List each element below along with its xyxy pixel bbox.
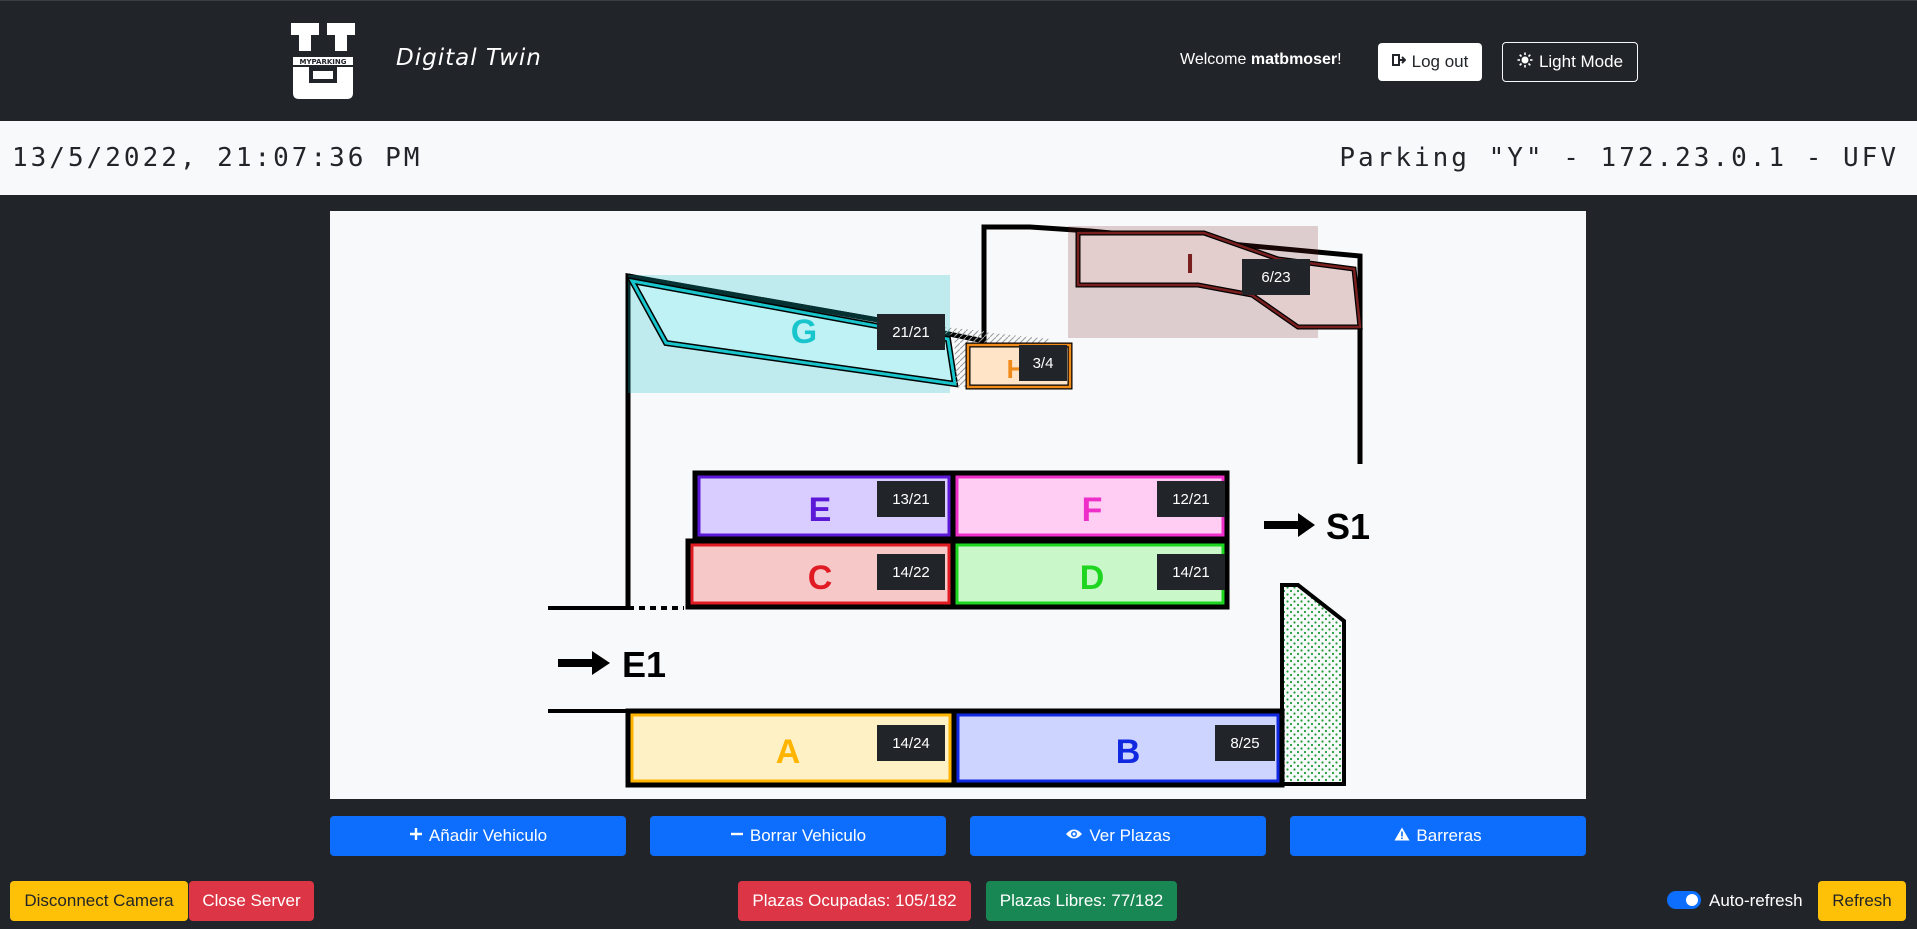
parking-map-svg: G H I E F C D S1 E1 A B (548, 224, 1370, 788)
logout-button[interactable]: Log out (1378, 43, 1482, 81)
exit-label: S1 (1326, 506, 1370, 547)
add-vehicle-button[interactable]: Añadir Vehiculo (330, 816, 626, 856)
zone-b-count-badge: 8/25 (1215, 725, 1275, 761)
view-spaces-label: Ver Plazas (1089, 826, 1171, 845)
zone-f-count-badge: 12/21 (1157, 481, 1225, 517)
zone-e-label: E (809, 491, 832, 529)
delete-vehicle-label: Borrar Vehiculo (749, 826, 867, 845)
light-mode-label: Light Mode (1538, 52, 1624, 71)
zone-i-label: I (1186, 248, 1194, 279)
delete-vehicle-button[interactable]: Borrar Vehiculo (650, 816, 946, 856)
zone-d-label: D (1080, 559, 1105, 597)
parking-map: G H I E F C D S1 E1 A B 21/21 3/4 6/23 1… (330, 211, 1586, 799)
zone-h-count-badge: 3/4 (1019, 345, 1067, 381)
welcome-message: Welcome matbmoser! (1180, 51, 1342, 69)
logout-label: Log out (1411, 52, 1469, 71)
occupied-spaces-badge: Plazas Ocupadas: 105/182 (738, 881, 971, 921)
zone-d-count-badge: 14/21 (1157, 554, 1225, 590)
zone-e-count-badge: 13/21 (877, 481, 945, 517)
welcome-prefix: Welcome (1180, 51, 1251, 68)
close-server-button[interactable]: Close Server (189, 881, 314, 921)
myparking-logo[interactable]: MYPARKING (289, 21, 357, 101)
sun-icon (1517, 52, 1533, 73)
zone-i[interactable]: I (1068, 226, 1363, 338)
username: matbmoser (1250, 51, 1338, 68)
zone-i-count-badge: 6/23 (1242, 259, 1310, 295)
logo-text: MYPARKING (300, 58, 347, 66)
zone-g-label: G (791, 313, 817, 351)
refresh-button[interactable]: Refresh (1818, 881, 1906, 921)
welcome-suffix: ! (1337, 51, 1342, 68)
navbar: MYPARKING Digital Twin Welcome matbmoser… (0, 0, 1917, 121)
barriers-label: Barreras (1416, 826, 1482, 845)
view-spaces-button[interactable]: Ver Plazas (970, 816, 1266, 856)
zone-f-label: F (1082, 491, 1103, 529)
datetime-display: 13/5/2022, 21:07:36 PM (12, 143, 423, 173)
barriers-button[interactable]: Barreras (1290, 816, 1586, 856)
entry-e1: E1 (558, 644, 666, 685)
light-mode-button[interactable]: Light Mode (1502, 42, 1638, 82)
logout-icon (1391, 52, 1407, 72)
warning-icon (1394, 826, 1410, 846)
zone-a-count-badge: 14/24 (877, 725, 945, 761)
zone-c-label: C (808, 559, 833, 597)
info-bar: 13/5/2022, 21:07:36 PM Parking "Y" - 172… (0, 121, 1917, 195)
green-area (1280, 583, 1346, 786)
free-spaces-badge: Plazas Libres: 77/182 (986, 881, 1177, 921)
auto-refresh-toggle[interactable] (1667, 891, 1701, 909)
zone-a-label: A (776, 733, 801, 771)
minus-icon (730, 826, 744, 846)
app-title: Digital Twin (396, 45, 542, 71)
entry-label: E1 (622, 644, 666, 685)
disconnect-camera-button[interactable]: Disconnect Camera (10, 881, 188, 921)
exit-s1: S1 (1264, 506, 1370, 547)
parking-info: Parking "Y" - 172.23.0.1 - UFV (1339, 143, 1899, 173)
zone-g-count-badge: 21/21 (877, 314, 945, 350)
add-vehicle-label: Añadir Vehiculo (428, 826, 548, 845)
plus-icon (409, 826, 423, 846)
eye-icon (1065, 826, 1083, 846)
auto-refresh-label: Auto-refresh (1709, 891, 1803, 910)
zone-c-count-badge: 14/22 (877, 554, 945, 590)
zone-b-label: B (1116, 733, 1141, 771)
